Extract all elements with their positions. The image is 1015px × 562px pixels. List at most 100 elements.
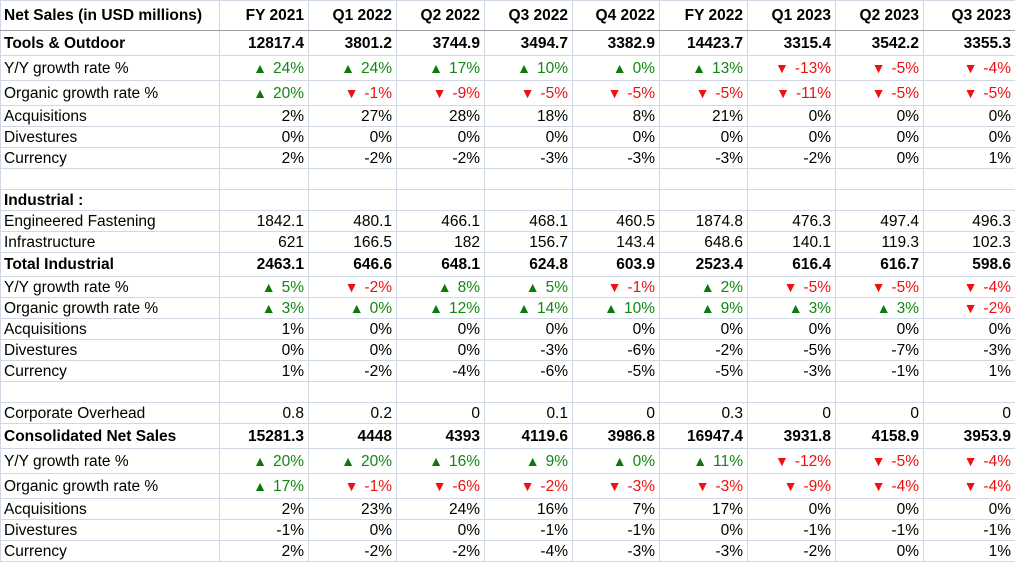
trend-cell[interactable]: ▲ 5% <box>484 276 573 298</box>
trend-cell[interactable]: ▲ 11% <box>659 448 748 474</box>
value-cell[interactable]: 0% <box>396 318 485 340</box>
value-cell[interactable]: 18% <box>484 105 573 127</box>
value-cell[interactable]: -1% <box>747 519 836 541</box>
value-cell[interactable]: 497.4 <box>835 210 924 232</box>
value-cell[interactable]: -5% <box>659 360 748 382</box>
header-period-cell[interactable]: Q1 2022 <box>308 0 397 31</box>
value-cell[interactable]: 12817.4 <box>219 30 309 56</box>
value-cell[interactable]: 2523.4 <box>659 252 748 277</box>
value-cell[interactable]: 3542.2 <box>835 30 924 56</box>
value-cell[interactable]: 143.4 <box>572 231 660 253</box>
value-cell[interactable] <box>923 189 1015 211</box>
value-cell[interactable]: -3% <box>572 540 660 562</box>
value-cell[interactable]: -3% <box>659 540 748 562</box>
trend-cell[interactable]: ▼ -3% <box>659 473 748 499</box>
value-cell[interactable]: 648.6 <box>659 231 748 253</box>
trend-cell[interactable]: ▼ -5% <box>572 80 660 106</box>
value-cell[interactable]: 616.7 <box>835 252 924 277</box>
value-cell[interactable]: 0% <box>572 318 660 340</box>
value-cell[interactable] <box>923 381 1015 403</box>
value-cell[interactable]: 0% <box>835 540 924 562</box>
value-cell[interactable]: -2% <box>308 147 397 169</box>
value-cell[interactable]: 0% <box>923 105 1015 127</box>
value-cell[interactable]: 0% <box>747 498 836 520</box>
value-cell[interactable]: -1% <box>219 519 309 541</box>
value-cell[interactable]: -6% <box>572 339 660 361</box>
trend-cell[interactable]: ▲ 9% <box>484 448 573 474</box>
value-cell[interactable]: 16947.4 <box>659 423 748 449</box>
row-label-cell[interactable]: Y/Y growth rate % <box>0 55 220 81</box>
trend-cell[interactable]: ▲ 20% <box>219 80 309 106</box>
value-cell[interactable]: 23% <box>308 498 397 520</box>
trend-cell[interactable]: ▼ -5% <box>484 80 573 106</box>
value-cell[interactable]: 166.5 <box>308 231 397 253</box>
row-label-cell[interactable]: Divestures <box>0 126 220 148</box>
value-cell[interactable]: 0% <box>923 126 1015 148</box>
value-cell[interactable]: -3% <box>484 147 573 169</box>
value-cell[interactable]: 1842.1 <box>219 210 309 232</box>
header-period-cell[interactable]: Q2 2023 <box>835 0 924 31</box>
value-cell[interactable]: 0% <box>308 126 397 148</box>
value-cell[interactable]: -4% <box>396 360 485 382</box>
trend-cell[interactable]: ▼ -9% <box>396 80 485 106</box>
value-cell[interactable] <box>308 168 397 190</box>
value-cell[interactable]: 0% <box>923 318 1015 340</box>
value-cell[interactable]: 598.6 <box>923 252 1015 277</box>
value-cell[interactable]: 0% <box>835 126 924 148</box>
trend-cell[interactable]: ▲ 24% <box>308 55 397 81</box>
header-period-cell[interactable]: Q2 2022 <box>396 0 485 31</box>
trend-cell[interactable]: ▼ -12% <box>747 448 836 474</box>
value-cell[interactable]: 3355.3 <box>923 30 1015 56</box>
value-cell[interactable]: -1% <box>923 519 1015 541</box>
value-cell[interactable]: 7% <box>572 498 660 520</box>
value-cell[interactable]: -3% <box>747 360 836 382</box>
value-cell[interactable]: 646.6 <box>308 252 397 277</box>
value-cell[interactable]: 0.3 <box>659 402 748 424</box>
value-cell[interactable] <box>219 381 309 403</box>
value-cell[interactable]: -2% <box>396 147 485 169</box>
value-cell[interactable]: 119.3 <box>835 231 924 253</box>
value-cell[interactable]: 1% <box>219 360 309 382</box>
value-cell[interactable]: -2% <box>308 540 397 562</box>
header-period-cell[interactable]: Q3 2022 <box>484 0 573 31</box>
value-cell[interactable]: -7% <box>835 339 924 361</box>
trend-cell[interactable]: ▼ -2% <box>484 473 573 499</box>
value-cell[interactable]: 0% <box>659 318 748 340</box>
value-cell[interactable]: 624.8 <box>484 252 573 277</box>
value-cell[interactable] <box>484 381 573 403</box>
value-cell[interactable]: 2463.1 <box>219 252 309 277</box>
value-cell[interactable] <box>484 168 573 190</box>
value-cell[interactable]: 17% <box>659 498 748 520</box>
value-cell[interactable]: 28% <box>396 105 485 127</box>
value-cell[interactable]: 0% <box>308 339 397 361</box>
trend-cell[interactable]: ▲ 17% <box>396 55 485 81</box>
value-cell[interactable]: 0% <box>923 498 1015 520</box>
row-label-cell[interactable]: Acquisitions <box>0 105 220 127</box>
value-cell[interactable]: -6% <box>484 360 573 382</box>
row-label-cell[interactable]: Total Industrial <box>0 252 220 277</box>
value-cell[interactable]: 21% <box>659 105 748 127</box>
value-cell[interactable]: 0% <box>219 126 309 148</box>
row-label-cell[interactable]: Currency <box>0 540 220 562</box>
value-cell[interactable]: 460.5 <box>572 210 660 232</box>
trend-cell[interactable]: ▲ 0% <box>572 448 660 474</box>
trend-cell[interactable]: ▼ -4% <box>923 473 1015 499</box>
trend-cell[interactable]: ▲ 3% <box>835 297 924 319</box>
value-cell[interactable]: 15281.3 <box>219 423 309 449</box>
row-label-cell[interactable]: Currency <box>0 360 220 382</box>
value-cell[interactable]: 0.2 <box>308 402 397 424</box>
value-cell[interactable]: 0% <box>219 339 309 361</box>
value-cell[interactable]: 0 <box>396 402 485 424</box>
value-cell[interactable]: 16% <box>484 498 573 520</box>
value-cell[interactable]: -3% <box>484 339 573 361</box>
value-cell[interactable]: 0% <box>396 126 485 148</box>
value-cell[interactable]: 0.1 <box>484 402 573 424</box>
value-cell[interactable] <box>659 381 748 403</box>
value-cell[interactable]: -2% <box>308 360 397 382</box>
value-cell[interactable]: -1% <box>835 519 924 541</box>
value-cell[interactable]: 0% <box>659 126 748 148</box>
trend-cell[interactable]: ▼ -1% <box>308 473 397 499</box>
value-cell[interactable] <box>308 189 397 211</box>
trend-cell[interactable]: ▲ 3% <box>747 297 836 319</box>
value-cell[interactable]: 0% <box>835 105 924 127</box>
